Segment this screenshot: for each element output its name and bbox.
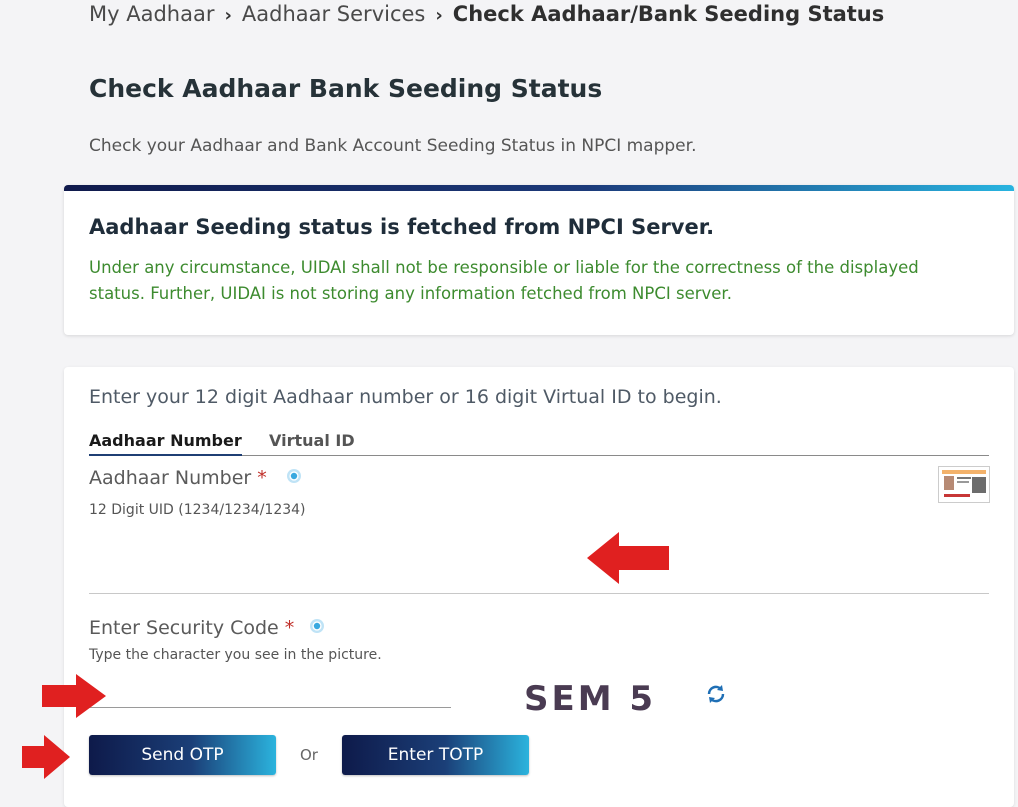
id-type-tabs: Aadhaar Number Virtual ID <box>89 431 989 456</box>
aadhaar-field-label-row: Aadhaar Number * <box>89 467 267 489</box>
captcha-hint: Type the character you see in the pictur… <box>89 647 382 663</box>
send-otp-button[interactable]: Send OTP <box>89 735 276 775</box>
form-intro: Enter your 12 digit Aadhaar number or 16… <box>89 386 722 408</box>
info-icon[interactable] <box>309 618 325 634</box>
breadcrumb-my-aadhaar[interactable]: My Aadhaar <box>89 2 214 26</box>
breadcrumb: My Aadhaar › Aadhaar Services › Check Aadhaa… <box>89 2 884 26</box>
aadhaar-hint: 12 Digit UID (1234/1234/1234) <box>89 502 306 518</box>
refresh-icon[interactable] <box>704 682 728 706</box>
aadhaar-field-label: Aadhaar Number <box>89 467 252 489</box>
notice-accent-bar <box>64 185 1014 191</box>
npci-notice-card: Aadhaar Seeding status is fetched from N… <box>64 185 1014 335</box>
red-arrow-annotation <box>587 532 669 584</box>
captcha-field-label: Enter Security Code <box>89 617 279 639</box>
info-icon[interactable] <box>286 468 302 484</box>
captcha-text: SEM 5 <box>524 679 656 719</box>
tab-virtual-id[interactable]: Virtual ID <box>269 431 355 450</box>
breadcrumb-current: Check Aadhaar/Bank Seeding Status <box>452 2 885 26</box>
page-subtitle: Check your Aadhaar and Bank Account Seed… <box>89 136 697 156</box>
red-arrow-annotation <box>42 674 106 718</box>
enter-totp-button[interactable]: Enter TOTP <box>342 735 529 775</box>
captcha-image: SEM 5 <box>524 679 656 719</box>
breadcrumb-aadhaar-services[interactable]: Aadhaar Services <box>242 2 425 26</box>
or-separator: Or <box>300 746 318 764</box>
captcha-field-label-row: Enter Security Code * <box>89 617 294 639</box>
notice-disclaimer: Under any circumstance, UIDAI shall not … <box>89 258 919 303</box>
required-mark: * <box>257 467 267 489</box>
aadhaar-card-thumbnail <box>938 466 990 503</box>
security-code-input[interactable] <box>89 676 451 708</box>
tab-aadhaar-number[interactable]: Aadhaar Number <box>89 431 242 456</box>
breadcrumb-separator: › <box>224 5 232 26</box>
red-arrow-annotation <box>22 735 70 779</box>
aadhaar-number-input[interactable] <box>89 525 989 594</box>
page-title: Check Aadhaar Bank Seeding Status <box>89 74 603 103</box>
required-mark: * <box>284 617 295 639</box>
notice-title: Aadhaar Seeding status is fetched from N… <box>89 215 715 239</box>
breadcrumb-separator: › <box>435 5 443 26</box>
